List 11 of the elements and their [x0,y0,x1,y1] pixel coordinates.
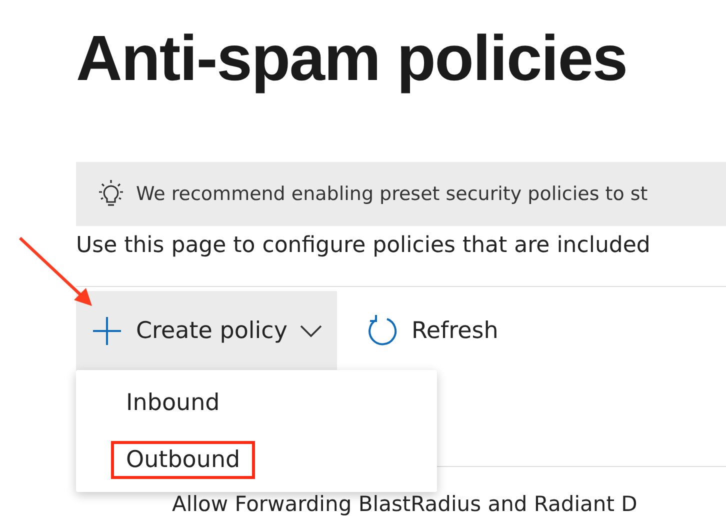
menu-item[interactable]: Inbound [111,384,235,422]
menu-item[interactable]: Outbound [111,440,256,478]
page-title: Anti-spam policies [76,21,627,96]
policy-name: Allow Forwarding BlastRadius and Radiant D [172,491,638,517]
lightbulb-icon [98,179,124,209]
refresh-button[interactable]: Refresh [351,291,512,371]
description-text: Use this page to configure policies that are included [76,232,650,260]
plus-icon [90,314,124,348]
banner-text: We recommend enabling preset security policies to st [136,183,648,205]
create-policy-button[interactable]: Create policy [76,291,338,371]
chevron-down-icon [299,324,324,338]
